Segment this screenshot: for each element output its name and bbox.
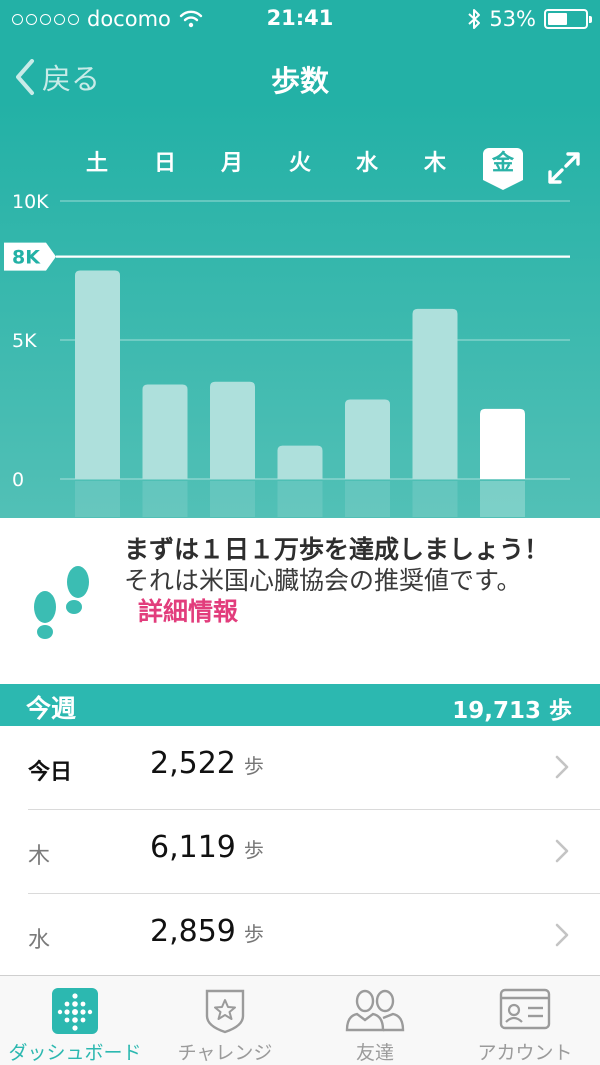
steps-bar-chart: 10K 5K 0 8K <box>4 191 570 517</box>
week-label: 今週 <box>26 694 77 723</box>
day-row-thu[interactable]: 木 6,119 歩 <box>0 810 600 894</box>
dashboard-icon <box>52 988 98 1034</box>
tab-dashboard[interactable]: ダッシュボード <box>0 976 150 1065</box>
row-step-count: 6,119 <box>150 830 236 865</box>
y-tick-label: 5K <box>12 330 37 352</box>
tip-body: それは米国心臓協会の推奨値です。 <box>124 566 522 595</box>
bar-reflection <box>480 481 525 517</box>
bar-reflection <box>75 481 120 517</box>
tip-headline: まずは１日１万歩を達成しましょう！ <box>124 535 550 564</box>
tab-label: ダッシュボード <box>8 1042 142 1064</box>
chevron-right-icon <box>555 839 569 863</box>
account-card-icon <box>499 988 551 1030</box>
y-tick-label: 0 <box>12 469 24 491</box>
challenge-badge-icon <box>205 989 245 1034</box>
tip-text: まずは１日１万歩を達成しましょう！ それは米国心臓協会の推奨値です。 詳細情報 <box>124 534 554 627</box>
row-step-count: 2,859 <box>150 914 236 949</box>
row-day-label: 水 <box>28 928 51 953</box>
chart-bar <box>210 381 255 479</box>
chevron-right-icon <box>555 755 569 779</box>
week-summary-header: 今週 19,713 歩 <box>0 684 600 726</box>
steps-header-panel: docomo 21:41 53% 戻る 歩数 土 日 月 火 水 木 金 10K… <box>0 0 600 518</box>
goal-label: 8K <box>12 247 41 269</box>
bar-reflection <box>142 481 188 517</box>
footprints-icon <box>34 566 89 639</box>
tab-label: チャレンジ <box>177 1042 273 1064</box>
chart-bar <box>412 308 458 479</box>
chart-bar <box>75 270 120 479</box>
day-row-wed[interactable]: 水 2,859 歩 <box>0 894 600 978</box>
day-row-today[interactable]: 今日 2,522 歩 <box>0 726 600 810</box>
bar-reflection <box>412 481 458 517</box>
row-unit: 歩 <box>243 838 264 862</box>
row-day-label: 木 <box>28 844 51 869</box>
chart-bar <box>345 399 390 479</box>
bar-reflection <box>345 481 390 517</box>
bar-reflection <box>210 481 255 517</box>
tab-account[interactable]: アカウント <box>450 976 600 1065</box>
week-total: 19,713 歩 <box>452 698 572 724</box>
bar-reflection <box>277 481 323 517</box>
row-unit: 歩 <box>243 754 264 778</box>
tab-bar: ダッシュボード チャレンジ 友達 アカウント <box>0 975 600 1065</box>
tab-challenge[interactable]: チャレンジ <box>150 976 300 1065</box>
tab-friends[interactable]: 友達 <box>300 976 450 1065</box>
chart-bar-selected <box>480 408 525 479</box>
row-step-count: 2,522 <box>150 746 236 781</box>
y-tick-label: 10K <box>12 191 49 213</box>
details-link[interactable]: 詳細情報 <box>138 597 238 626</box>
chart-bar <box>277 445 323 479</box>
chevron-right-icon <box>555 923 569 947</box>
row-day-label: 今日 <box>28 760 73 785</box>
tab-label: 友達 <box>355 1042 394 1064</box>
friends-icon <box>345 989 405 1032</box>
chart-bar <box>142 384 188 479</box>
tab-label: アカウント <box>477 1042 573 1064</box>
row-unit: 歩 <box>243 922 264 946</box>
